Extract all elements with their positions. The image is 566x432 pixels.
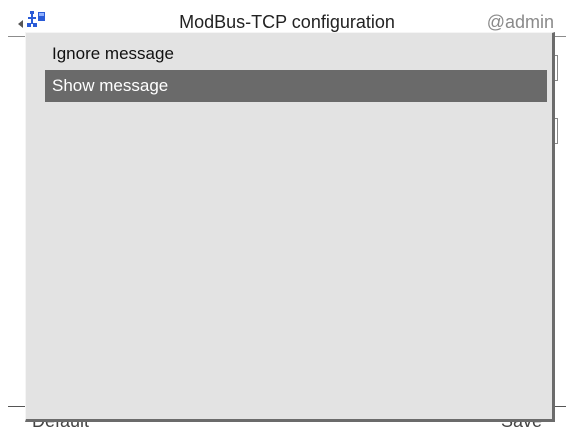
user-label: @admin (486, 12, 554, 32)
page-title: ModBus-TCP configuration (179, 12, 395, 32)
option-show-message[interactable]: Show message (45, 70, 547, 102)
option-ignore-message[interactable]: Ignore message (45, 38, 547, 70)
selection-popup: Ignore message Show message (25, 32, 555, 422)
